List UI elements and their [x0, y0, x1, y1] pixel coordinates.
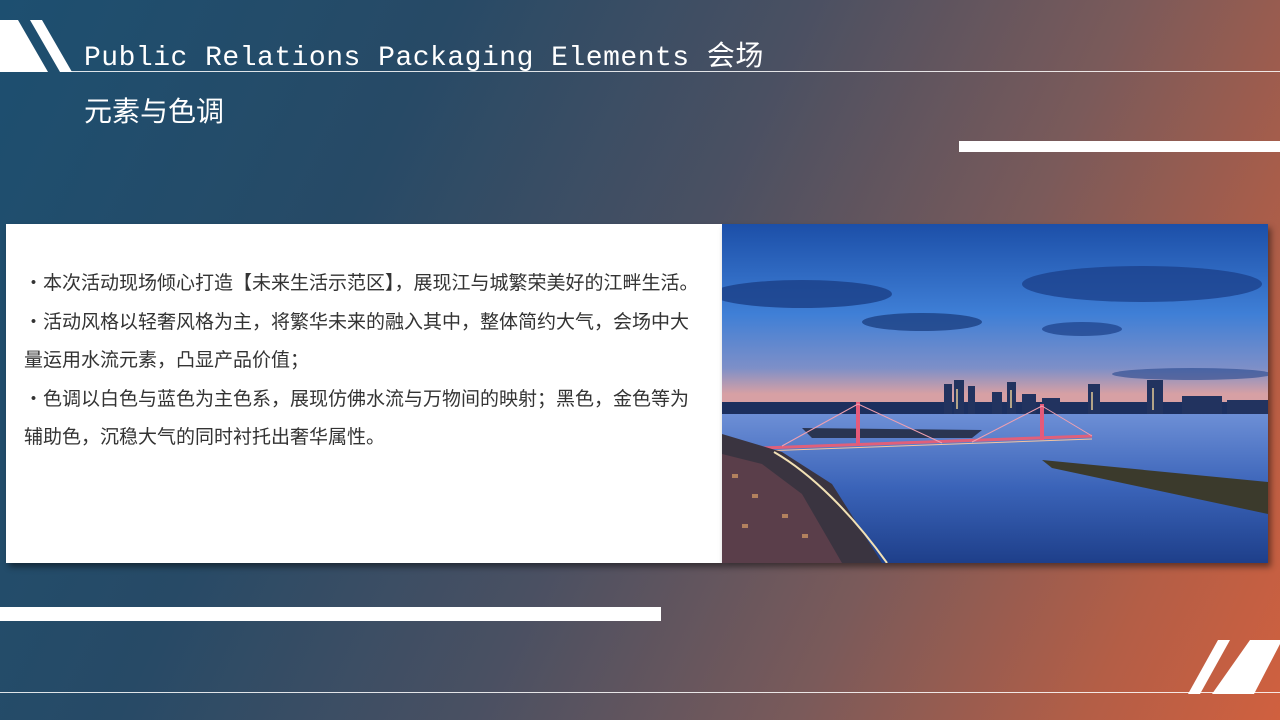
- description-card: ・本次活动现场倾心打造【未来生活示范区】，展现江与城繁荣美好的江畔生活。 ・活动…: [6, 224, 722, 563]
- page-title: Public Relations Packaging Elements 会场: [84, 34, 764, 74]
- city-skyline-illustration: [722, 224, 1268, 563]
- diagonal-stripes-decoration: [0, 20, 72, 72]
- city-river-photo: [722, 224, 1268, 563]
- header-divider: [60, 71, 1280, 72]
- title-english: Public Relations Packaging Elements: [84, 43, 690, 74]
- diagonal-stripes-decoration-bottom: [1188, 640, 1280, 694]
- footer-divider: [0, 692, 1280, 693]
- bullet-item-3: ・色调以白色与蓝色为主色系，展现仿佛水流与万物间的映射；黑色，金色等为辅助色，沉…: [24, 387, 690, 449]
- title-chinese-part1: 会场: [706, 39, 764, 72]
- accent-bar-right: [959, 141, 1280, 152]
- bullet-item-2: ・活动风格以轻奢风格为主，将繁华未来的融入其中，整体简约大气，会场中大量运用水流…: [24, 310, 690, 372]
- slide: Public Relations Packaging Elements 会场 元…: [0, 0, 1280, 720]
- page-subtitle: 元素与色调: [84, 95, 225, 128]
- bullet-item-1: ・本次活动现场倾心打造【未来生活示范区】，展现江与城繁荣美好的江畔生活。: [24, 272, 699, 294]
- accent-bar-left: [0, 607, 661, 621]
